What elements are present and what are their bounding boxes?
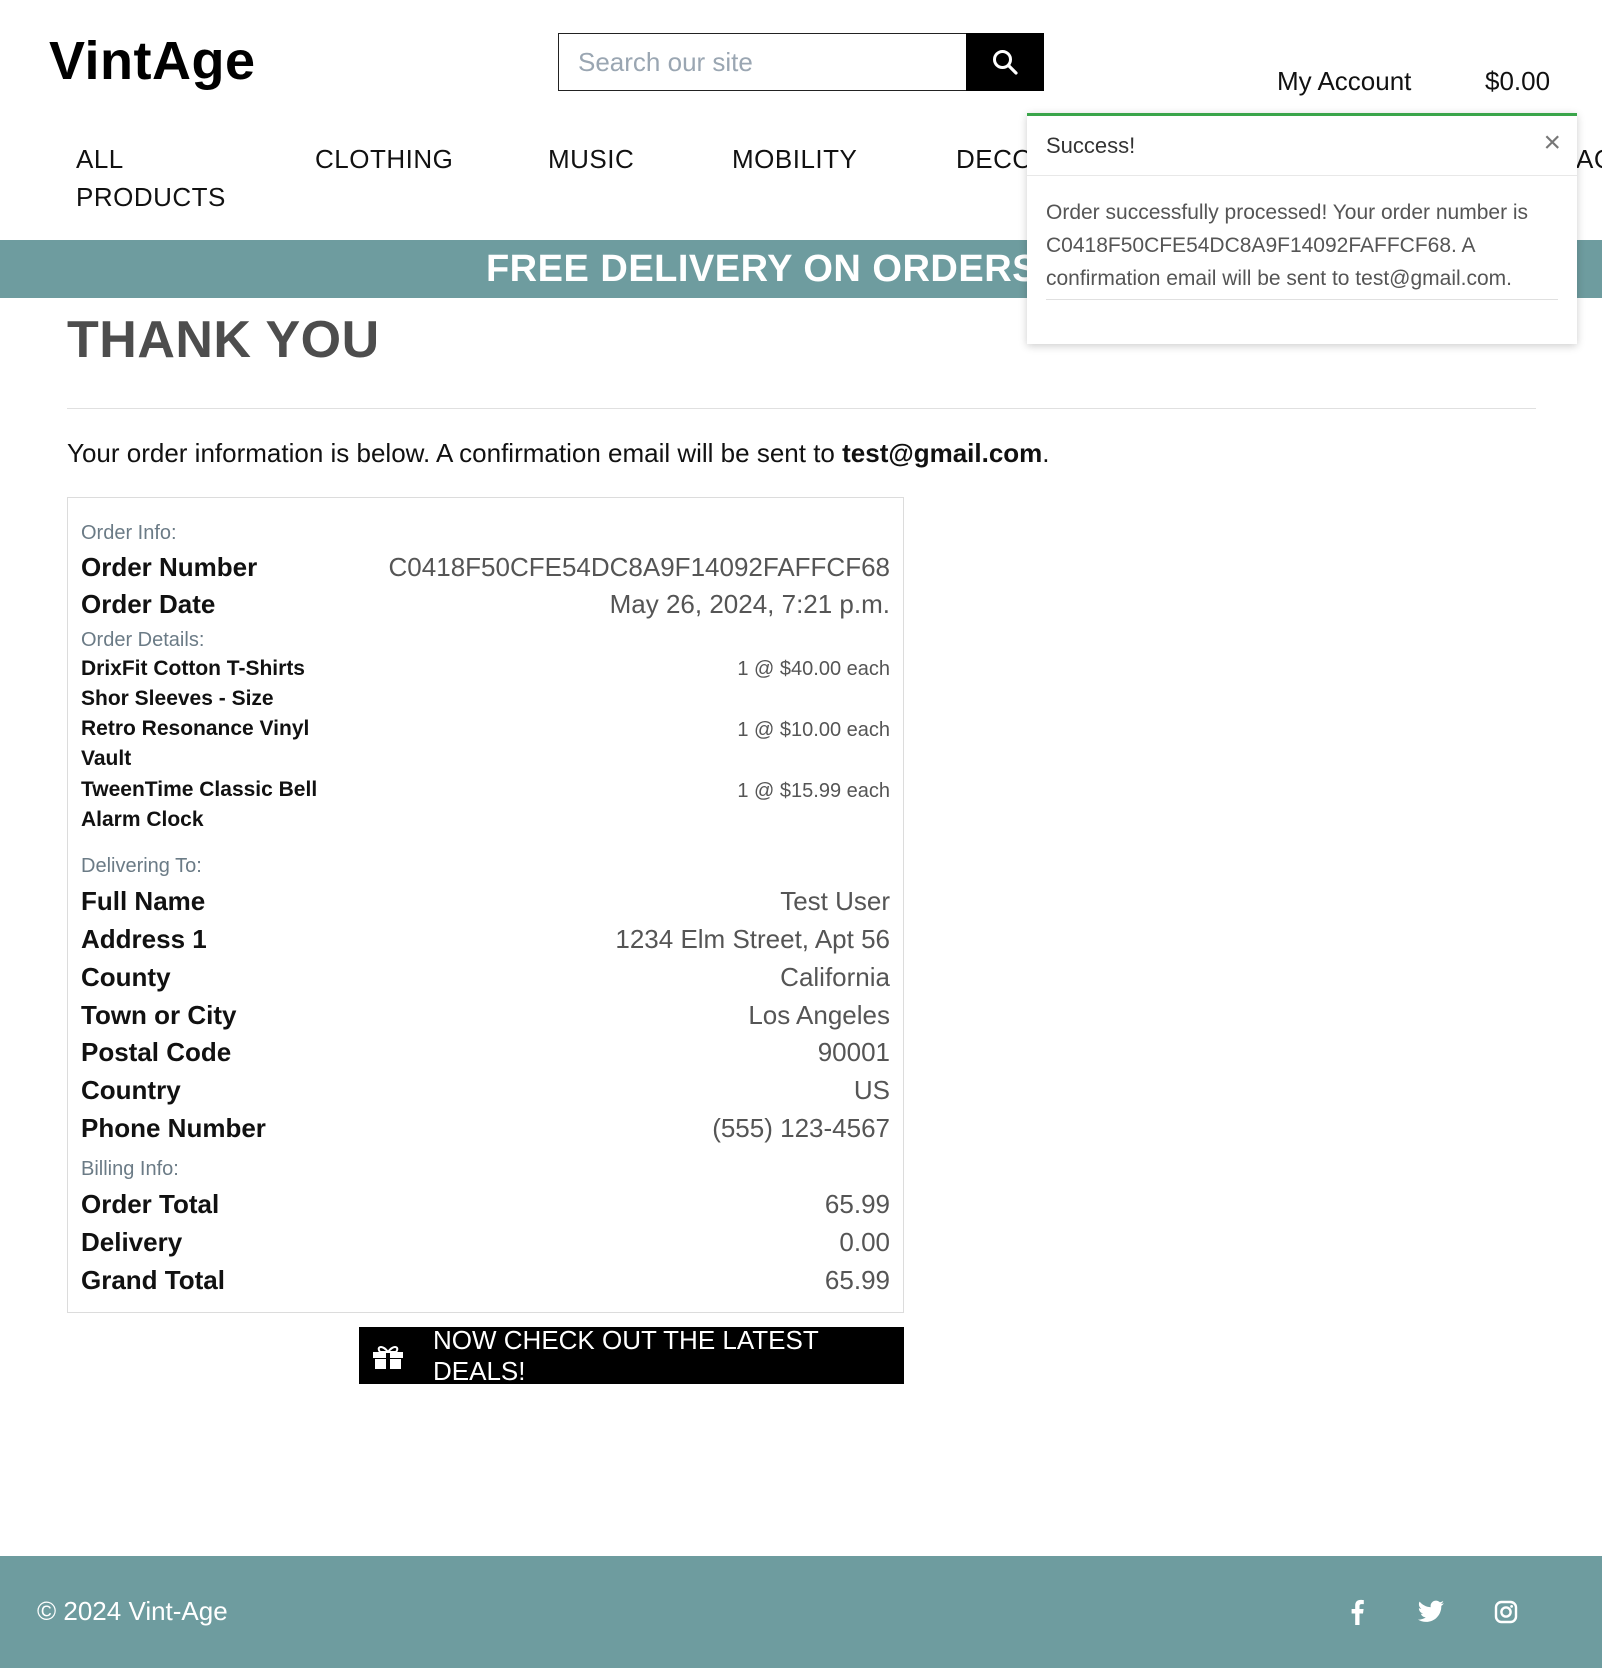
intro-text-main: Your order information is below. A confi… [67, 438, 843, 468]
latest-deals-label: NOW CHECK OUT THE LATEST DEALS! [433, 1324, 819, 1386]
order-info-label: Order Info: [81, 522, 177, 544]
order-details-label: Order Details: [81, 629, 205, 651]
facebook-icon[interactable] [1343, 1598, 1371, 1626]
title-divider [67, 408, 1536, 409]
delivery-row-label: Address 1 [81, 924, 207, 954]
nav-music[interactable]: MUSIC [548, 140, 634, 178]
site-footer: © 2024 Vint-Age [0, 1556, 1602, 1668]
my-account-link[interactable]: My Account [1277, 66, 1411, 97]
latest-deals-button[interactable]: NOW CHECK OUT THE LATEST DEALS! [359, 1324, 904, 1386]
nav-all-products-line1: ALL [76, 144, 124, 174]
gift-icon [371, 1342, 405, 1370]
delivering-to-label: Delivering To: [81, 855, 202, 877]
cart-total-link[interactable]: $0.00 [1485, 66, 1550, 97]
delivery-row-value: Test User [780, 886, 890, 916]
delivery-row-label: Full Name [81, 886, 206, 916]
toast-bottom-divider [1046, 299, 1558, 300]
delivery-row-label: Country [81, 1075, 181, 1105]
instagram-icon[interactable] [1492, 1598, 1520, 1626]
order-summary-card: Order Info: Order Number C0418F50CFE54DC… [67, 497, 904, 1313]
nav-all-products[interactable]: ALL PRODUCTS [76, 140, 226, 216]
order-item-name: Retro Resonance Vinyl Vault [81, 717, 310, 770]
success-toast: Success! × Order successfully processed!… [1027, 113, 1577, 344]
toast-title: Success! [1046, 133, 1136, 158]
delivery-row-value: 1234 Elm Street, Apt 56 [615, 924, 890, 954]
site-logo[interactable]: VintAge [49, 30, 256, 92]
page-title: THANK YOU [67, 311, 380, 369]
order-item-name: DrixFit Cotton T-Shirts Shor Sleeves - S… [81, 657, 305, 710]
intro-email: test@gmail.com [842, 438, 1043, 468]
search-input[interactable] [558, 33, 966, 91]
nav-all-products-line2: PRODUCTS [76, 182, 226, 212]
nav-decor[interactable]: DECO [956, 140, 1033, 178]
delivery-row-label: Postal Code [81, 1037, 232, 1067]
search-button[interactable] [966, 33, 1044, 91]
close-icon[interactable]: × [1543, 126, 1561, 160]
intro-text-end: . [1042, 438, 1050, 468]
banner-text: FREE DELIVERY ON ORDERS OVI [485, 247, 1117, 290]
intro-text: Your order information is below. A confi… [67, 438, 1050, 469]
order-number-value: C0418F50CFE54DC8A9F14092FAFFCF68 [388, 552, 890, 582]
copyright-text: © 2024 Vint-Age [37, 1596, 228, 1626]
delivery-row-value: 90001 [817, 1037, 890, 1067]
delivery-row-value: (555) 123-4567 [712, 1113, 890, 1143]
delivery-row-label: Town or City [81, 1000, 237, 1030]
toast-message: Order successfully processed! Your order… [1046, 201, 1529, 290]
search-bar [558, 33, 1044, 91]
order-item-qty: 1 @ $10.00 each [737, 719, 890, 741]
billing-row-value: 65.99 [824, 1189, 890, 1219]
order-item-qty: 1 @ $15.99 each [737, 780, 890, 802]
billing-row-label: Delivery [81, 1227, 183, 1257]
delivery-row-value: California [780, 962, 890, 992]
delivery-row-label: County [81, 962, 171, 992]
nav-truncated-item[interactable]: AC [1576, 140, 1602, 178]
order-item-qty: 1 @ $40.00 each [737, 658, 890, 680]
twitter-icon[interactable] [1417, 1598, 1445, 1626]
nav-clothing[interactable]: CLOTHING [315, 140, 453, 178]
delivery-row-value: Los Angeles [748, 1000, 890, 1030]
billing-row-value: 0.00 [839, 1227, 890, 1257]
billing-row-value: 65.99 [824, 1265, 890, 1295]
billing-info-label: Billing Info: [81, 1158, 179, 1180]
order-date-value: May 26, 2024, 7:21 p.m. [609, 589, 890, 619]
billing-row-label: Order Total [81, 1189, 220, 1219]
search-icon [993, 50, 1018, 75]
delivery-row-label: Phone Number [81, 1113, 266, 1143]
nav-mobility[interactable]: MOBILITY [732, 140, 857, 178]
order-item-name: TweenTime Classic Bell Alarm Clock [81, 778, 318, 831]
toast-divider [1027, 175, 1577, 176]
order-number-label: Order Number [81, 552, 258, 582]
billing-row-label: Grand Total [81, 1265, 225, 1295]
delivery-row-value: US [853, 1075, 890, 1105]
order-date-label: Order Date [81, 589, 216, 619]
